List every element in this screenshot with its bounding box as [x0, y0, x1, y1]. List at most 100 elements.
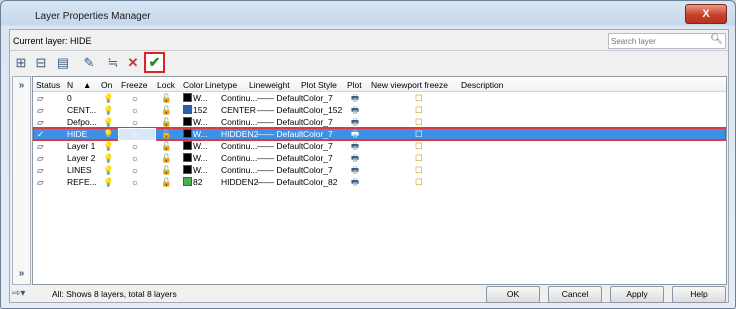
layer-lineweight[interactable]: —— Default — [257, 93, 303, 103]
col-freeze[interactable]: Freeze — [121, 80, 147, 90]
on-bulb-icon[interactable]: 💡 — [103, 177, 114, 188]
layer-name[interactable]: CENT... — [67, 105, 96, 115]
close-button[interactable]: X — [685, 4, 727, 24]
layer-status-icon[interactable]: ▱ — [37, 117, 44, 128]
layer-status-icon[interactable]: ▱ — [37, 105, 44, 116]
on-bulb-icon[interactable]: 💡 — [103, 93, 114, 104]
new-viewport-freeze-icon[interactable]: ☐ — [415, 177, 423, 188]
new-viewport-freeze-icon[interactable]: ☐ — [415, 93, 423, 104]
layer-status-icon[interactable]: ▱ — [37, 153, 44, 164]
layer-name[interactable]: Layer 2 — [67, 153, 95, 163]
new-viewport-freeze-icon[interactable]: ☐ — [415, 105, 423, 116]
layer-color-cell[interactable]: W... — [183, 117, 208, 127]
freeze-sun-icon[interactable]: ☼ — [131, 177, 139, 187]
layer-color-cell[interactable]: W... — [183, 165, 208, 175]
layer-name[interactable]: 0 — [67, 93, 72, 103]
freeze-sun-icon[interactable]: ☼ — [131, 165, 139, 175]
table-row[interactable]: ▱ Layer 2 💡 ☼ 🔓 W... Continu... —— Default Color… — [33, 152, 726, 164]
new-layer-icon[interactable]: ✎ — [80, 54, 98, 72]
col-color[interactable]: Color — [183, 80, 203, 90]
expand-filter-tree-icon[interactable]: » — [13, 79, 30, 93]
col-status[interactable]: Status — [36, 80, 60, 90]
layer-lineweight[interactable]: —— Default — [257, 117, 303, 127]
layer-color-cell[interactable]: W... — [183, 153, 208, 163]
on-bulb-icon[interactable]: 💡 — [103, 165, 114, 176]
freeze-sun-icon[interactable]: ☼ — [131, 105, 139, 115]
layer-plot-style[interactable]: Color_7 — [303, 165, 333, 175]
new-property-filter-icon[interactable]: ⊞ — [12, 54, 30, 72]
layer-color-cell[interactable]: 82 — [183, 177, 202, 187]
layer-color-cell[interactable]: W... — [183, 141, 208, 151]
col-new-viewport-freeze[interactable]: New viewport freeze — [371, 80, 448, 90]
new-viewport-freeze-icon[interactable]: ☐ — [415, 141, 423, 152]
on-bulb-icon[interactable]: 💡 — [103, 153, 114, 164]
unlock-icon[interactable]: 🔓 — [161, 117, 172, 128]
unlock-icon[interactable]: 🔓 — [161, 105, 172, 116]
layer-name[interactable]: HIDE — [67, 129, 87, 139]
freeze-sun-icon[interactable]: ☼ — [131, 93, 139, 103]
layer-name[interactable]: Defpo... — [67, 117, 97, 127]
unlock-icon[interactable]: 🔓 — [161, 129, 172, 140]
unlock-icon[interactable]: 🔓 — [161, 141, 172, 152]
table-row[interactable]: ▱ LINES 💡 ☼ 🔓 W... Continu... —— Default Color_7… — [33, 164, 726, 176]
unlock-icon[interactable]: 🔓 — [161, 153, 172, 164]
freeze-sun-icon[interactable]: ☼ — [131, 141, 139, 151]
help-button[interactable]: Help — [672, 286, 726, 303]
layer-linetype[interactable]: Continu... — [221, 117, 257, 127]
new-viewport-freeze-icon[interactable]: ☐ — [415, 165, 423, 176]
apply-button[interactable]: Apply — [610, 286, 664, 303]
layer-linetype[interactable]: Continu... — [221, 165, 257, 175]
table-row[interactable]: ▱ 0 💡 ☼ 🔓 W... Continu... —— Default Color_7 🖶 ☐ — [33, 92, 726, 104]
search-box[interactable]: 🔍︎ — [608, 33, 726, 49]
layer-linetype[interactable]: Continu... — [221, 141, 257, 151]
layer-linetype[interactable]: Continu... — [221, 153, 257, 163]
table-row[interactable]: ▱ REFE... 💡 ☼ 🔓 82 HIDDEN2 —— Default Color_82 🖶 ☐ — [33, 176, 726, 188]
new-viewport-freeze-icon[interactable]: ☐ — [415, 153, 423, 164]
layer-plot-style[interactable]: Color_7 — [303, 129, 333, 139]
search-icon[interactable]: 🔍︎ — [710, 34, 723, 45]
layer-linetype[interactable]: HIDDEN2 — [221, 177, 258, 187]
col-lock[interactable]: Lock — [157, 80, 175, 90]
plot-printer-icon[interactable]: 🖶 — [351, 177, 359, 191]
layer-color-cell[interactable]: W... — [183, 129, 208, 139]
col-plot-style[interactable]: Plot Style — [301, 80, 337, 90]
col-linetype[interactable]: Linetype — [205, 80, 237, 90]
layer-linetype[interactable]: CENTER — [221, 105, 256, 115]
title-bar[interactable]: Layer Properties Manager X — [1, 1, 735, 29]
layer-lineweight[interactable]: —— Default — [257, 141, 303, 151]
layer-plot-style[interactable]: Color_7 — [303, 117, 333, 127]
on-bulb-icon[interactable]: 💡 — [103, 141, 114, 152]
layer-color-cell[interactable]: 152 — [183, 105, 207, 115]
layer-status-icon[interactable]: ▱ — [37, 141, 44, 152]
expand-filter-tree-bottom-icon[interactable]: » — [13, 267, 30, 281]
table-row[interactable]: ▱ Defpo... 💡 ☼ 🔓 W... Continu... —— Default Colo… — [33, 116, 726, 128]
table-row[interactable]: ✓ HIDE 💡 ☼ 🔓 W... HIDDEN2 —— Default Color_7 🖶 ☐ — [33, 127, 726, 141]
freeze-sun-icon[interactable]: ☼ — [131, 129, 139, 139]
col-description[interactable]: Description — [461, 80, 504, 90]
layer-lineweight[interactable]: —— Default — [257, 129, 303, 139]
layer-lineweight[interactable]: —— Default — [257, 177, 303, 187]
layer-linetype[interactable]: HIDDEN2 — [221, 129, 258, 139]
on-bulb-icon[interactable]: 💡 — [103, 105, 114, 116]
col-lineweight[interactable]: Lineweight — [249, 80, 290, 90]
on-bulb-icon[interactable]: 💡 — [103, 129, 114, 140]
freeze-sun-icon[interactable]: ☼ — [131, 117, 139, 127]
unlock-icon[interactable]: 🔓 — [161, 93, 172, 104]
layer-status-icon[interactable]: ▱ — [37, 165, 44, 176]
col-name[interactable]: N — [67, 80, 73, 90]
col-on[interactable]: On — [101, 80, 112, 90]
unlock-icon[interactable]: 🔓 — [161, 165, 172, 176]
layer-plot-style[interactable]: Color_82 — [303, 177, 338, 187]
layer-plot-style[interactable]: Color_7 — [303, 93, 333, 103]
table-row[interactable]: ▱ Layer 1 💡 ☼ 🔓 W... Continu... —— Default Color… — [33, 140, 726, 152]
layer-linetype[interactable]: Continu... — [221, 93, 257, 103]
search-input[interactable] — [611, 35, 707, 47]
new-viewport-freeze-icon[interactable]: ☐ — [415, 117, 423, 128]
cancel-button[interactable]: Cancel — [548, 286, 602, 303]
layer-status-icon[interactable]: ✓ — [37, 129, 44, 140]
layer-lineweight[interactable]: —— Default — [257, 153, 303, 163]
sort-ascending-icon[interactable]: ▲ — [83, 80, 91, 90]
layer-name[interactable]: LINES — [67, 165, 92, 175]
set-current-icon[interactable]: ✔ — [144, 52, 165, 73]
layer-states-manager-icon[interactable]: ▤ — [54, 54, 72, 72]
